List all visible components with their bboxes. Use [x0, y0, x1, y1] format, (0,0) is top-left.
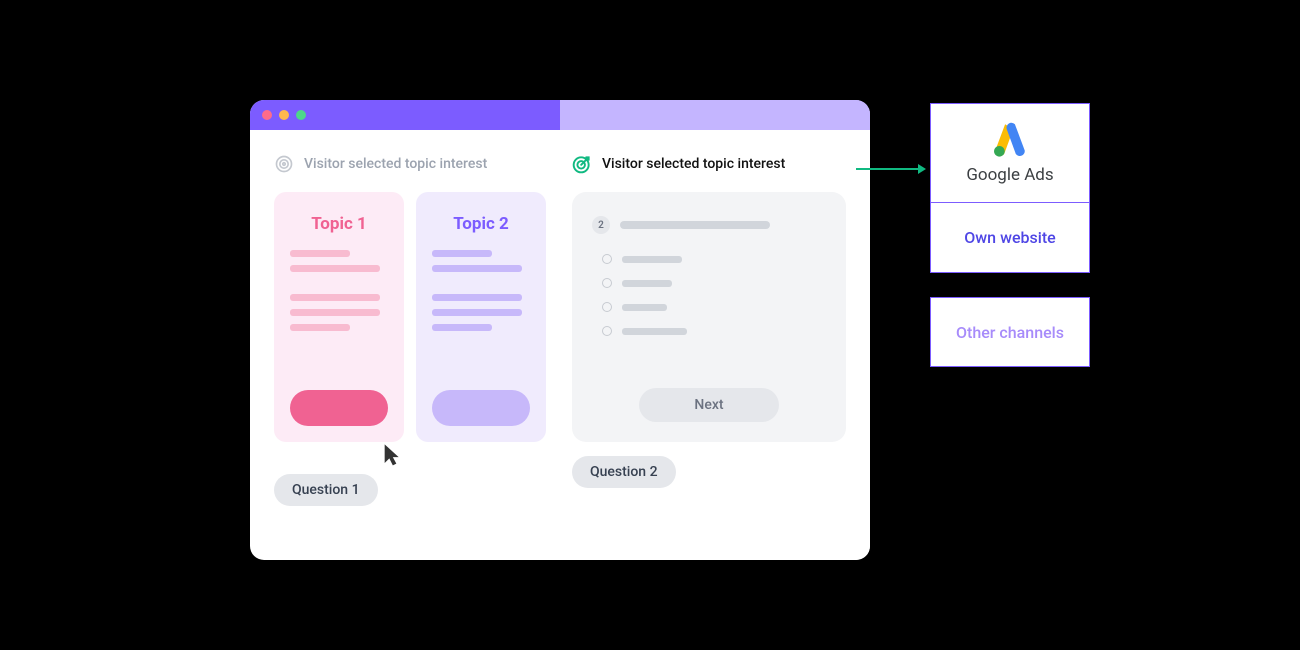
placeholder-line [290, 265, 380, 272]
topic-1-title: Topic 1 [311, 214, 367, 234]
minimize-icon[interactable] [279, 110, 289, 120]
step-2-column: Visitor selected topic interest 2 [560, 130, 870, 560]
placeholder-line [290, 294, 380, 301]
google-ads-label: Google Ads [966, 165, 1053, 185]
radio-icon [602, 254, 612, 264]
browser-window: Visitor selected topic interest Topic 1 [250, 100, 870, 560]
target-icon [274, 154, 294, 174]
topic-1-select-button[interactable] [290, 390, 388, 426]
own-website-label: Own website [964, 228, 1055, 247]
radio-option[interactable] [602, 278, 826, 288]
maximize-icon[interactable] [296, 110, 306, 120]
placeholder-line [432, 294, 522, 301]
placeholder-line [432, 265, 522, 272]
destination-own-website[interactable]: Own website [930, 203, 1090, 273]
placeholder-line [290, 324, 350, 331]
question-panel: 2 [572, 192, 846, 442]
radio-icon [602, 326, 612, 336]
question-1-chip: Question 1 [274, 474, 378, 506]
topic-2-select-button[interactable] [432, 390, 530, 426]
step-2-heading: Visitor selected topic interest [572, 154, 846, 174]
topic-2-title: Topic 2 [453, 214, 509, 234]
step-2-heading-text: Visitor selected topic interest [602, 156, 785, 172]
radio-icon [602, 302, 612, 312]
placeholder-line [620, 221, 770, 229]
radio-option[interactable] [602, 302, 826, 312]
question-2-chip: Question 2 [572, 456, 676, 488]
placeholder-line [622, 280, 672, 287]
step-1-column: Visitor selected topic interest Topic 1 [274, 154, 554, 560]
radio-icon [602, 278, 612, 288]
titlebar-overlay [560, 100, 870, 130]
placeholder-line [622, 304, 667, 311]
cursor-icon [380, 442, 408, 474]
placeholder-line [290, 309, 380, 316]
topic-card-1[interactable]: Topic 1 [274, 192, 404, 442]
browser-body: Visitor selected topic interest Topic 1 [250, 130, 870, 560]
placeholder-line [290, 250, 350, 257]
topic-cards: Topic 1 Topic 2 [274, 192, 554, 442]
radio-option[interactable] [602, 326, 826, 336]
flow-arrow [856, 168, 928, 170]
placeholder-line [622, 256, 682, 263]
target-hit-icon [572, 154, 592, 174]
question-options [592, 254, 826, 350]
step-1-heading: Visitor selected topic interest [274, 154, 554, 174]
google-ads-icon [990, 121, 1030, 161]
question-number-badge: 2 [592, 216, 610, 234]
placeholder-line [432, 250, 492, 257]
close-icon[interactable] [262, 110, 272, 120]
radio-option[interactable] [602, 254, 826, 264]
topic-card-2[interactable]: Topic 2 [416, 192, 546, 442]
next-button[interactable]: Next [639, 388, 779, 422]
destination-boxes: Google Ads Own website Other channels [930, 103, 1090, 367]
step-1-heading-text: Visitor selected topic interest [304, 156, 487, 172]
placeholder-line [432, 309, 522, 316]
other-channels-label: Other channels [956, 323, 1064, 342]
placeholder-line [622, 328, 687, 335]
destination-google-ads[interactable]: Google Ads [930, 103, 1090, 203]
destination-other-channels[interactable]: Other channels [930, 297, 1090, 367]
placeholder-line [432, 324, 492, 331]
